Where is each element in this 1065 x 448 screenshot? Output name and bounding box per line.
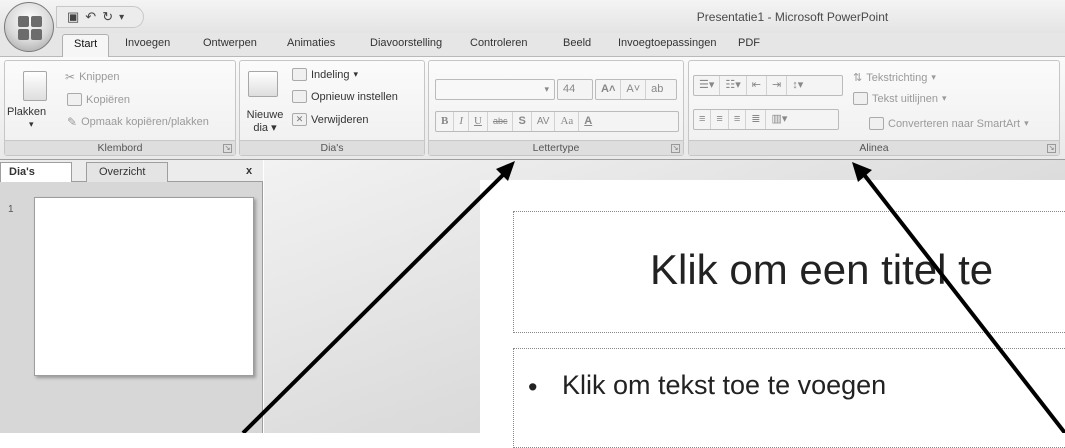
justify-icon[interactable]: ≣ [746, 110, 767, 129]
paste-button[interactable]: Plakken [7, 106, 46, 118]
font-format-row: B I U abc S AV Aa A [435, 111, 679, 132]
alinea-launcher-icon[interactable]: ↘ [1047, 144, 1056, 153]
tab-slides[interactable]: Dia's [0, 162, 72, 182]
align-text-button[interactable]: Tekst uitlijnen ▾ [853, 92, 947, 105]
font-size-value: 44 [563, 83, 576, 95]
lettertype-launcher-icon[interactable]: ↘ [671, 144, 680, 153]
close-pane-icon[interactable]: x [238, 162, 260, 182]
reset-label: Opnieuw instellen [311, 90, 398, 103]
copy-label: Kopiëren [86, 93, 131, 106]
numbering-icon[interactable]: ☷▾ [720, 76, 747, 95]
group-label-lettertype: Lettertype [429, 140, 683, 155]
tab-start[interactable]: Start [62, 34, 110, 58]
align-text-icon [853, 92, 868, 105]
ribbon: Plakken ▾ ✂ Knippen Kopiëren ✎ Opmaak ko… [0, 57, 1065, 160]
new-slide-icon[interactable] [248, 71, 278, 97]
pane-tabs: Dia's Overzicht x [0, 160, 263, 182]
text-direction-label: Tekstrichting [866, 71, 928, 84]
smartart-button[interactable]: Converteren naar SmartArt ▾ [869, 117, 1029, 130]
tab-diavoorstelling[interactable]: Diavoorstelling [370, 37, 442, 49]
delete-label: Verwijderen [311, 113, 369, 126]
title-placeholder-text: Klik om een titel te [650, 246, 994, 293]
font-grow-shrink: A˄ A˅ ab [595, 79, 677, 100]
tab-invoegen[interactable]: Invoegen [125, 37, 170, 49]
line-spacing-icon[interactable]: ↕▾ [787, 76, 808, 95]
tab-controleren[interactable]: Controleren [470, 37, 527, 49]
new-slide-label-2: dia ▾ [253, 122, 277, 134]
slide-number: 1 [8, 204, 14, 215]
align-left-icon[interactable]: ≡ [694, 110, 712, 129]
align-row: ≡ ≡ ≡ ≣ ▥▾ [693, 109, 839, 130]
group-label-dias: Dia's [240, 140, 424, 155]
paste-icon[interactable] [23, 71, 47, 101]
char-spacing-button[interactable]: AV [532, 112, 556, 131]
smartart-label: Converteren naar SmartArt [888, 117, 1021, 130]
bullet-marker: • [528, 372, 538, 402]
reset-icon [292, 90, 307, 103]
copy-button[interactable]: Kopiëren [67, 93, 130, 106]
cut-label: Knippen [79, 71, 120, 83]
delete-icon: ✕ [292, 113, 307, 126]
office-button[interactable] [4, 2, 54, 52]
new-slide-label-1: Nieuwe [246, 109, 284, 121]
brush-icon: ✎ [67, 115, 78, 129]
shrink-font-icon[interactable]: A˅ [621, 80, 647, 99]
italic-button[interactable]: I [454, 112, 470, 131]
tab-ontwerpen[interactable]: Ontwerpen [203, 37, 257, 49]
font-name-combo[interactable]: ▾ [435, 79, 555, 100]
smartart-icon [869, 117, 884, 130]
slide-thumbnail[interactable] [34, 197, 254, 376]
layout-label: Indeling [311, 68, 350, 81]
bold-button[interactable]: B [436, 112, 455, 131]
strikethrough-button[interactable]: abc [488, 112, 514, 131]
columns-icon[interactable]: ▥▾ [766, 110, 792, 129]
tab-pdf[interactable]: PDF [738, 37, 760, 49]
reset-button[interactable]: Opnieuw instellen [292, 90, 398, 103]
delete-slide-button[interactable]: ✕ Verwijderen [292, 113, 368, 126]
new-slide-button[interactable]: Nieuwe dia ▾ [244, 109, 286, 134]
copy-icon [67, 93, 82, 106]
format-painter-button[interactable]: ✎ Opmaak kopiëren/plakken [67, 115, 209, 129]
layout-button[interactable]: Indeling ▾ [292, 68, 358, 81]
format-painter-label: Opmaak kopiëren/plakken [81, 116, 209, 128]
group-klembord: Plakken ▾ ✂ Knippen Kopiëren ✎ Opmaak ko… [4, 60, 236, 156]
font-dropdown-icon[interactable]: ▾ [539, 80, 554, 99]
group-label-alinea: Alinea [689, 140, 1059, 155]
list-format-row: ☰▾ ☷▾ ⇤ ⇥ ↕▾ [693, 75, 843, 96]
group-dias: Nieuwe dia ▾ Indeling ▾ Opnieuw instellen… [239, 60, 425, 156]
underline-button[interactable]: U [469, 112, 488, 131]
bullets-icon[interactable]: ☰▾ [694, 76, 721, 95]
klembord-launcher-icon[interactable]: ↘ [223, 144, 232, 153]
grow-font-icon[interactable]: A˄ [596, 80, 622, 99]
tab-animaties[interactable]: Animaties [287, 37, 335, 49]
change-case-button[interactable]: Aa [555, 112, 580, 131]
clear-format-icon[interactable]: ab [646, 80, 668, 99]
paste-dropdown-icon[interactable]: ▾ [29, 119, 34, 130]
increase-indent-icon[interactable]: ⇥ [767, 76, 788, 95]
font-size-combo[interactable]: 44 [557, 79, 593, 100]
group-label-klembord: Klembord [5, 140, 235, 155]
text-direction-icon: ⇅ [853, 72, 863, 84]
office-logo-icon [18, 16, 42, 40]
layout-icon [292, 68, 307, 81]
decrease-indent-icon[interactable]: ⇤ [747, 76, 767, 95]
group-lettertype: ▾ 44 A˄ A˅ ab B I U abc S AV Aa A Letter… [428, 60, 684, 156]
shadow-button[interactable]: S [513, 112, 532, 131]
tab-beeld[interactable]: Beeld [563, 37, 591, 49]
title-bar: ▣ ↶ ↻ ▾ Presentatie1 - Microsoft PowerPo… [0, 0, 1065, 33]
text-direction-button[interactable]: ⇅ Tekstrichting ▾ [853, 71, 936, 85]
align-text-label: Tekst uitlijnen [872, 92, 939, 105]
font-color-button[interactable]: A [579, 112, 597, 131]
scissors-icon: ✂ [65, 70, 76, 84]
align-center-icon[interactable]: ≡ [711, 110, 729, 129]
cut-button[interactable]: ✂ Knippen [65, 70, 119, 84]
tab-outline[interactable]: Overzicht [86, 162, 168, 182]
window-title: Presentatie1 - Microsoft PowerPoint [696, 10, 889, 24]
slides-pane: Dia's Overzicht x 1 [0, 160, 263, 433]
group-alinea: ☰▾ ☷▾ ⇤ ⇥ ↕▾ ≡ ≡ ≡ ≣ ▥▾ ⇅ Tekstrichting ▾… [688, 60, 1060, 156]
align-right-icon[interactable]: ≡ [729, 110, 747, 129]
body-placeholder-text: Klik om tekst toe te voegen [562, 370, 887, 400]
tab-invoegtoepassingen[interactable]: Invoegtoepassingen [618, 37, 716, 49]
ribbon-tabs: Start Invoegen Ontwerpen Animaties Diavo… [0, 33, 1065, 58]
